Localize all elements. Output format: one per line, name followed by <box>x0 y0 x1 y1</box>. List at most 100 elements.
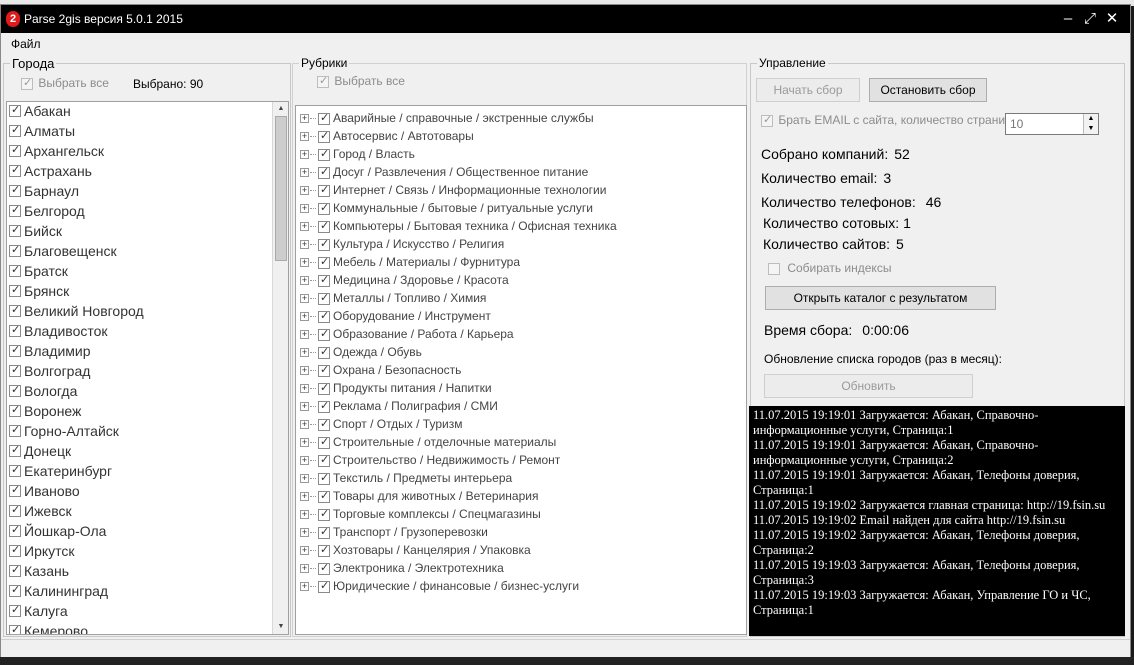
rubric-checkbox[interactable] <box>318 309 330 323</box>
expand-icon[interactable]: + <box>300 294 309 304</box>
city-item[interactable]: Иркутск <box>9 543 75 563</box>
expand-icon[interactable]: + <box>300 546 309 556</box>
city-item[interactable]: Братск <box>9 263 68 283</box>
rubric-item[interactable]: + Оборудование / Инструмент <box>300 309 491 327</box>
rubric-checkbox[interactable] <box>318 273 330 287</box>
city-checkbox[interactable] <box>9 603 21 618</box>
update-button[interactable]: Обновить <box>764 374 973 398</box>
expand-icon[interactable]: + <box>300 492 309 502</box>
indexes-option[interactable]: Собирать индексы <box>768 261 891 275</box>
expand-icon[interactable]: + <box>300 582 309 592</box>
expand-icon[interactable]: + <box>300 204 309 214</box>
indexes-checkbox[interactable] <box>768 262 780 275</box>
city-checkbox[interactable] <box>9 163 21 178</box>
rubric-item[interactable]: + Аварийные / справочные / экстренные слу… <box>300 111 594 129</box>
rubric-item[interactable]: + Медицина / Здоровье / Красота <box>300 273 509 291</box>
city-checkbox[interactable] <box>9 183 21 198</box>
rubric-checkbox[interactable] <box>318 399 330 413</box>
expand-icon[interactable]: + <box>300 402 309 412</box>
city-checkbox[interactable] <box>9 123 21 138</box>
rubric-checkbox[interactable] <box>318 381 330 395</box>
spin-down-icon[interactable]: ▼ <box>1083 124 1098 134</box>
rubrics-select-all-checkbox[interactable] <box>317 74 329 88</box>
city-checkbox[interactable] <box>9 223 21 238</box>
rubric-checkbox[interactable] <box>318 147 330 161</box>
expand-icon[interactable]: + <box>300 474 309 484</box>
rubric-item[interactable]: + Город / Власть <box>300 147 415 165</box>
rubric-checkbox[interactable] <box>318 327 330 341</box>
city-checkbox[interactable] <box>9 303 21 318</box>
start-button[interactable]: Начать сбор <box>756 78 860 102</box>
rubric-item[interactable]: + Коммунальные / бытовые / ритуальные усл… <box>300 201 593 219</box>
city-item[interactable]: Калуга <box>9 603 68 623</box>
scroll-up-icon[interactable]: ▲ <box>273 102 288 116</box>
expand-icon[interactable]: + <box>300 312 309 322</box>
scroll-down-icon[interactable]: ▼ <box>273 620 288 634</box>
city-item[interactable]: Астрахань <box>9 163 92 183</box>
expand-icon[interactable]: + <box>300 222 309 232</box>
rubric-item[interactable]: + Металлы / Топливо / Химия <box>300 291 486 309</box>
city-item[interactable]: Алматы <box>9 123 75 143</box>
rubric-checkbox[interactable] <box>318 579 330 593</box>
rubric-checkbox[interactable] <box>318 219 330 233</box>
rubric-item[interactable]: + Строительство / Недвижимость / Ремонт <box>300 453 560 471</box>
city-checkbox[interactable] <box>9 623 21 634</box>
expand-icon[interactable]: + <box>300 132 309 142</box>
rubric-checkbox[interactable] <box>318 165 330 179</box>
city-checkbox[interactable] <box>9 283 21 298</box>
rubric-item[interactable]: + Текстиль / Предметы интерьера <box>300 471 512 489</box>
city-checkbox[interactable] <box>9 403 21 418</box>
menu-file[interactable]: Файл <box>11 37 41 51</box>
city-item[interactable]: Горно-Алтайск <box>9 423 119 443</box>
rubric-checkbox[interactable] <box>318 489 330 503</box>
rubric-checkbox[interactable] <box>318 543 330 557</box>
rubric-item[interactable]: + Реклама / Полиграфия / СМИ <box>300 399 498 417</box>
cities-list[interactable]: ▲ ▼ Абакан Алматы Архангельск Астрахань Барн… <box>6 101 289 635</box>
close-button[interactable]: ✕ <box>1102 9 1122 29</box>
city-checkbox[interactable] <box>9 383 21 398</box>
city-checkbox[interactable] <box>9 423 21 438</box>
rubric-checkbox[interactable] <box>318 435 330 449</box>
cities-scrollbar[interactable]: ▲ ▼ <box>272 102 288 634</box>
city-item[interactable]: Вологда <box>9 383 77 403</box>
city-checkbox[interactable] <box>9 443 21 458</box>
expand-icon[interactable]: + <box>300 366 309 376</box>
rubric-item[interactable]: + Товары для животных / Ветеринария <box>300 489 538 507</box>
city-item[interactable]: Воронеж <box>9 403 81 423</box>
expand-icon[interactable]: + <box>300 348 309 358</box>
city-item[interactable]: Кемерово <box>9 623 88 634</box>
open-catalog-button[interactable]: Открыть каталог с результатом <box>765 286 996 310</box>
city-checkbox[interactable] <box>9 563 21 578</box>
city-checkbox[interactable] <box>9 363 21 378</box>
city-checkbox[interactable] <box>9 343 21 358</box>
expand-icon[interactable]: + <box>300 240 309 250</box>
expand-icon[interactable]: + <box>300 330 309 340</box>
rubric-item[interactable]: + Хозтовары / Канцелярия / Упаковка <box>300 543 531 561</box>
rubric-checkbox[interactable] <box>318 183 330 197</box>
stop-button[interactable]: Остановить сбор <box>869 78 987 102</box>
rubric-item[interactable]: + Досуг / Развлечения / Общественное пита… <box>300 165 588 183</box>
rubric-checkbox[interactable] <box>318 363 330 377</box>
rubric-checkbox[interactable] <box>318 345 330 359</box>
email-option[interactable]: Брать EMAIL с сайта, количество страниц: <box>761 113 1015 127</box>
minimize-button[interactable]: – <box>1058 9 1078 29</box>
spin-up-icon[interactable]: ▲ <box>1083 114 1098 124</box>
rubric-item[interactable]: + Автосервис / Автотовары <box>300 129 474 147</box>
expand-icon[interactable]: + <box>300 528 309 538</box>
city-item[interactable]: Благовещенск <box>9 243 117 263</box>
rubrics-tree[interactable]: + Аварийные / справочные / экстренные слу… <box>295 105 747 635</box>
city-checkbox[interactable] <box>9 203 21 218</box>
rubric-item[interactable]: + Транспорт / Грузоперевозки <box>300 525 488 543</box>
city-item[interactable]: Волгоград <box>9 363 90 383</box>
rubric-checkbox[interactable] <box>318 471 330 485</box>
city-checkbox[interactable] <box>9 463 21 478</box>
city-item[interactable]: Брянск <box>9 283 69 303</box>
rubric-item[interactable]: + Культура / Искусство / Религия <box>300 237 504 255</box>
rubric-item[interactable]: + Юридические / финансовые / бизнес-услуг… <box>300 579 579 597</box>
city-item[interactable]: Йошкар-Ола <box>9 523 106 543</box>
title-bar[interactable]: 2 Parse 2gis версия 5.0.1 2015 – ⤢ ✕ <box>1 5 1130 33</box>
expand-icon[interactable]: + <box>300 456 309 466</box>
rubric-item[interactable]: + Спорт / Отдых / Туризм <box>300 417 462 435</box>
expand-icon[interactable]: + <box>300 114 309 124</box>
expand-icon[interactable]: + <box>300 276 309 286</box>
